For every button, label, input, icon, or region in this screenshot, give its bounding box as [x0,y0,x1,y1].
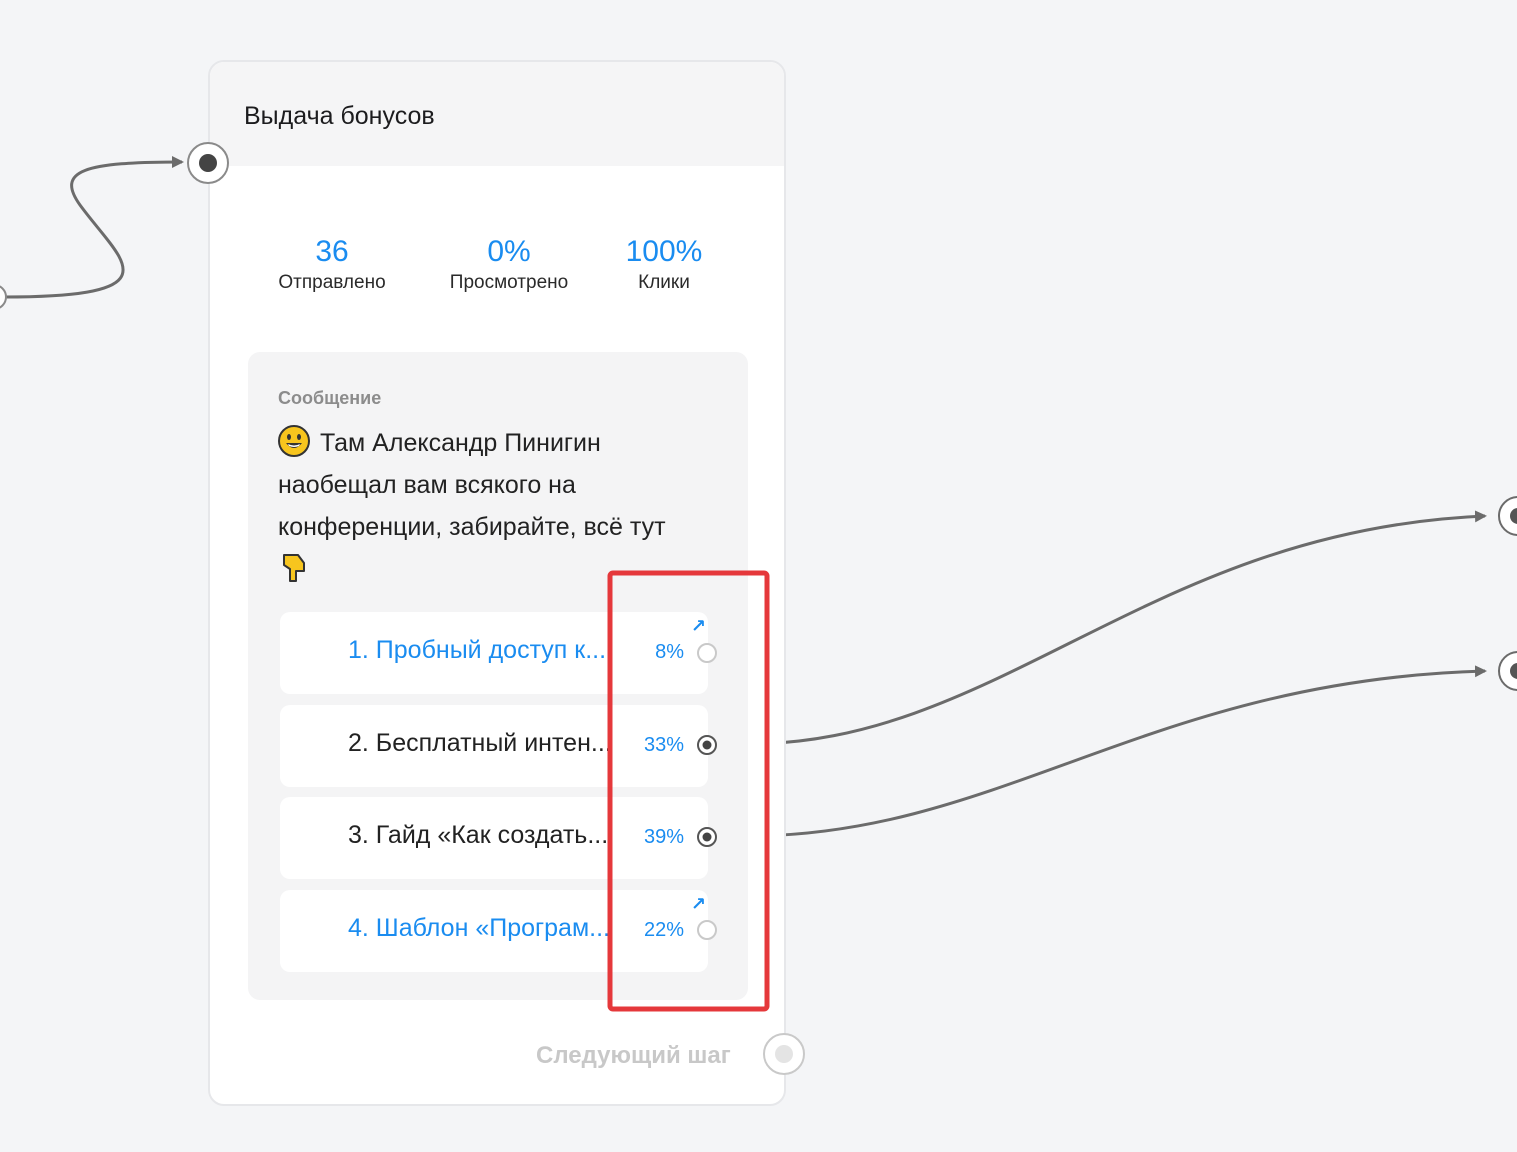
next-step-label: Следующий шаг [536,1042,731,1069]
external-link-icon: ↗ [690,894,706,914]
message-button-3[interactable]: 3. Гайд «Как создать... 39% [280,797,708,879]
message-button-1[interactable]: 1. Пробный доступ к... 8% ↗ [280,612,708,694]
message-block[interactable]: Сообщение Там Александр Пинигин наобещал… [248,352,748,1000]
button-3-label[interactable]: 3. Гайд «Как создать... [348,821,640,850]
message-text-block: Там Александр Пинигин наобещал вам всяко… [278,422,718,590]
connector-button-3 [747,665,1487,838]
button-4-label[interactable]: 4. Шаблон «Програм... [348,914,640,943]
connector-button-2 [747,510,1487,746]
stat-clicks-value: 100% [625,235,703,268]
button-2-percent: 33% [643,734,684,756]
stat-clicks: 100% Клики [564,234,764,294]
button-2-label[interactable]: 2. Бесплатный интен... [348,729,640,758]
button-1-label[interactable]: 1. Пробный доступ к... [348,636,640,665]
button-4-percent: 22% [643,919,684,941]
source-node-port[interactable] [0,285,7,309]
message-button-4[interactable]: 4. Шаблон «Програм... 22% ↗ [280,890,708,972]
message-text: Там Александр Пинигин наобещал вам всяко… [278,429,666,541]
incoming-connector [3,156,184,299]
button-3-percent: 39% [643,826,684,848]
stat-sent: 36 Отправлено [232,234,432,294]
pointing-down-emoji-icon [283,554,305,582]
stat-sent-label: Отправлено [278,272,386,293]
button-1-percent: 8% [655,641,684,663]
grinning-face-emoji-icon [278,425,310,457]
message-caption: Сообщение [278,388,382,408]
external-link-icon: ↗ [690,616,706,636]
stat-sent-value: 36 [315,235,349,268]
flow-step-card[interactable]: Выдача бонусов 36 Отправлено 0% Просмотр… [208,60,786,1106]
message-button-2[interactable]: 2. Бесплатный интен... 33% [280,705,708,787]
card-title: Выдача бонусов [244,102,435,130]
card-header: Выдача бонусов [210,62,784,166]
stat-clicks-label: Клики [638,272,690,293]
